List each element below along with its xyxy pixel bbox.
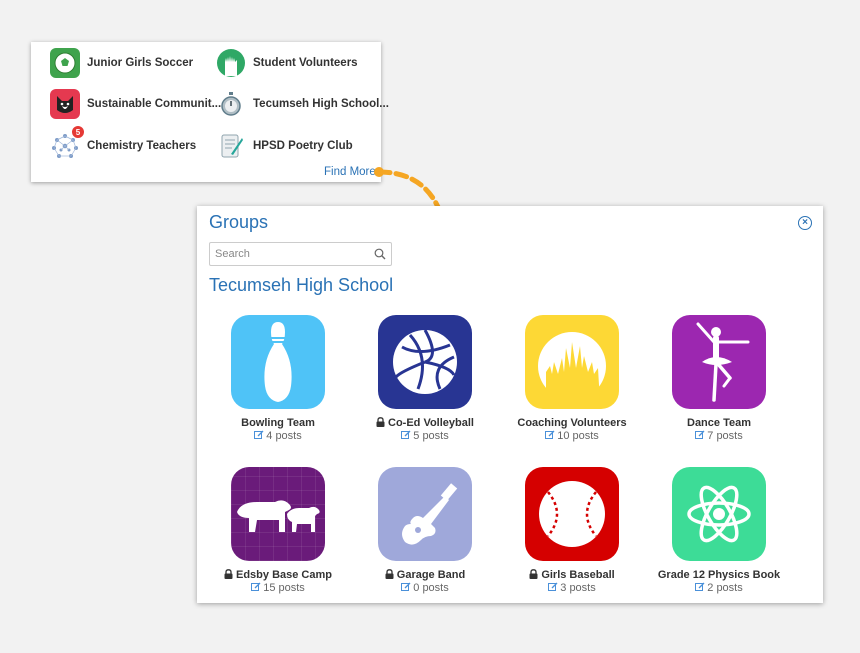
mini-group-tecumseh-high-school[interactable]: Tecumseh High School... bbox=[216, 88, 389, 120]
groups-dropdown-panel: Junior Girls Soccer Student Volunteers S… bbox=[31, 42, 389, 182]
mini-group-label: Chemistry Teachers bbox=[87, 140, 197, 152]
stopwatch-icon bbox=[216, 89, 246, 119]
mini-group-label: Sustainable Communit... bbox=[87, 98, 222, 110]
notification-badge: 5 bbox=[71, 125, 85, 139]
mini-group-sustainable-communities[interactable]: Sustainable Communit... bbox=[50, 88, 221, 120]
edit-icon bbox=[545, 430, 555, 439]
molecule-icon: 5 bbox=[50, 125, 85, 161]
find-more-link[interactable]: Find More bbox=[324, 166, 376, 178]
mini-group-label: Junior Girls Soccer bbox=[87, 57, 194, 69]
volleyball-icon bbox=[378, 315, 472, 409]
search-icon[interactable] bbox=[374, 248, 386, 260]
raised-hands-icon bbox=[216, 48, 246, 78]
group-tile-edsby-base-camp[interactable]: Edsby Base Camp 15 posts bbox=[213, 467, 343, 594]
group-posts: 0 posts bbox=[360, 582, 490, 594]
mini-group-hpsd-poetry-club[interactable]: HPSD Poetry Club bbox=[216, 130, 353, 162]
group-tile-dance-team[interactable]: Dance Team 7 posts bbox=[654, 315, 784, 442]
group-name: Girls Baseball bbox=[507, 569, 637, 581]
soccer-ball-icon bbox=[50, 48, 80, 78]
edit-icon bbox=[548, 582, 558, 591]
mini-group-student-volunteers[interactable]: Student Volunteers bbox=[216, 47, 358, 79]
mini-group-junior-girls-soccer[interactable]: Junior Girls Soccer bbox=[50, 47, 193, 79]
group-tile-grade-12-physics-book[interactable]: Grade 12 Physics Book 2 posts bbox=[654, 467, 784, 594]
group-name: Garage Band bbox=[360, 569, 490, 581]
search-field bbox=[209, 242, 392, 266]
group-name: Dance Team bbox=[687, 417, 751, 429]
mini-group-label: Tecumseh High School... bbox=[253, 98, 389, 110]
groups-panel: Groups × Tecumseh High School Bowling Te… bbox=[197, 206, 823, 603]
group-posts: 2 posts bbox=[654, 582, 784, 594]
edit-icon bbox=[254, 430, 264, 439]
dancer-icon bbox=[672, 315, 766, 409]
bowling-pin-icon bbox=[231, 315, 325, 409]
edit-icon bbox=[401, 582, 411, 591]
mini-group-chemistry-teachers[interactable]: 5 Chemistry Teachers bbox=[50, 125, 197, 162]
group-name: Edsby Base Camp bbox=[213, 569, 343, 581]
group-name: Grade 12 Physics Book bbox=[657, 569, 781, 581]
edit-icon bbox=[695, 582, 705, 591]
baseball-icon bbox=[525, 467, 619, 561]
group-posts: 10 posts bbox=[507, 430, 637, 442]
group-posts: 15 posts bbox=[213, 582, 343, 594]
group-name: Coaching Volunteers bbox=[517, 417, 627, 429]
mini-group-label: Student Volunteers bbox=[253, 57, 358, 69]
edit-icon bbox=[251, 582, 261, 591]
group-name: Bowling Team bbox=[241, 417, 315, 429]
lock-icon bbox=[376, 417, 385, 427]
group-posts: 7 posts bbox=[654, 430, 784, 442]
scroll-quill-icon bbox=[216, 131, 246, 161]
group-tile-coaching-volunteers[interactable]: Coaching Volunteers 10 posts bbox=[507, 315, 637, 442]
lock-icon bbox=[385, 569, 394, 579]
lock-icon bbox=[529, 569, 538, 579]
atom-icon bbox=[672, 467, 766, 561]
lock-icon bbox=[224, 569, 233, 579]
edit-icon bbox=[401, 430, 411, 439]
group-name: Co-Ed Volleyball bbox=[360, 417, 490, 429]
group-tile-garage-band[interactable]: Garage Band 0 posts bbox=[360, 467, 490, 594]
dog-icon bbox=[50, 89, 80, 119]
close-icon[interactable]: × bbox=[798, 216, 812, 230]
bears-icon bbox=[231, 467, 325, 561]
raised-hands-icon bbox=[525, 315, 619, 409]
school-title: Tecumseh High School bbox=[209, 275, 394, 295]
panel-title: Groups bbox=[209, 212, 269, 232]
guitar-icon bbox=[378, 467, 472, 561]
search-input[interactable] bbox=[215, 244, 365, 264]
group-tile-bowling-team[interactable]: Bowling Team 4 posts bbox=[213, 315, 343, 442]
group-tile-co-ed-volleyball[interactable]: Co-Ed Volleyball 5 posts bbox=[360, 315, 490, 442]
mini-group-label: HPSD Poetry Club bbox=[253, 140, 353, 152]
edit-icon bbox=[695, 430, 705, 439]
group-posts: 4 posts bbox=[213, 430, 343, 442]
group-tile-girls-baseball[interactable]: Girls Baseball 3 posts bbox=[507, 467, 637, 594]
group-posts: 5 posts bbox=[360, 430, 490, 442]
group-posts: 3 posts bbox=[507, 582, 637, 594]
